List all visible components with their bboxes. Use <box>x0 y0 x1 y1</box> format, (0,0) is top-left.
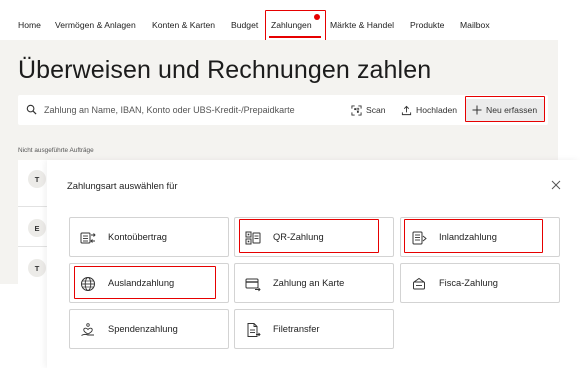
close-icon[interactable] <box>551 180 561 190</box>
option-account-transfer[interactable]: Kontoübertrag <box>69 217 229 257</box>
search-icon <box>26 104 37 115</box>
option-label: Filetransfer <box>273 324 320 334</box>
option-label: Kontoübertrag <box>108 232 167 242</box>
scan-label: Scan <box>366 105 386 115</box>
donation-icon <box>81 323 94 336</box>
tax-payment-icon <box>413 277 425 290</box>
main-navigation: Home Vermögen & Anlagen Konten & Karten … <box>0 0 580 42</box>
dialog-title: Zahlungsart auswählen für <box>67 180 178 191</box>
file-transfer-icon <box>247 323 261 337</box>
nav-item-mailbox[interactable]: Mailbox <box>460 20 490 30</box>
notification-dot <box>314 14 320 20</box>
page-title: Überweisen und Rechnungen zahlen <box>18 56 432 84</box>
active-tab-indicator <box>269 36 321 38</box>
option-label: Zahlung an Karte <box>273 278 345 288</box>
search-input[interactable]: Zahlung an Name, IBAN, Konto oder UBS-Kr… <box>44 105 295 115</box>
option-label: Fisca-Zahlung <box>439 278 498 288</box>
scan-icon <box>351 104 362 116</box>
nav-item-markets-trading[interactable]: Märkte & Handel <box>330 20 394 30</box>
pending-orders-label: Nicht ausgeführte Aufträge <box>18 147 94 154</box>
highlight-foreign-payment <box>74 266 216 299</box>
upload-icon <box>401 105 412 115</box>
nav-item-home[interactable]: Home <box>18 20 41 30</box>
scan-button[interactable]: Scan <box>351 103 386 117</box>
nav-item-budget[interactable]: Budget <box>231 20 258 30</box>
highlight-new-payment <box>465 96 545 122</box>
option-tax-payment[interactable]: Fisca-Zahlung <box>400 263 560 303</box>
upload-button[interactable]: Hochladen <box>401 103 457 117</box>
option-label: Spendenzahlung <box>108 324 178 334</box>
account-transfer-icon <box>80 232 96 244</box>
card-payment-icon <box>245 278 261 292</box>
avatar[interactable]: T <box>28 170 46 188</box>
nav-item-accounts-cards[interactable]: Konten & Karten <box>152 20 215 30</box>
avatar[interactable]: T <box>28 259 46 277</box>
payment-type-dialog: Zahlungsart auswählen für Kontoübertrag … <box>47 160 580 368</box>
avatar[interactable]: E <box>28 219 46 237</box>
nav-item-assets[interactable]: Vermögen & Anlagen <box>55 20 136 30</box>
nav-item-products[interactable]: Produkte <box>410 20 444 30</box>
option-file-transfer[interactable]: Filetransfer <box>234 309 394 349</box>
upload-label: Hochladen <box>416 105 458 115</box>
option-card-payment[interactable]: Zahlung an Karte <box>234 263 394 303</box>
highlight-qr-payment <box>239 219 379 253</box>
highlight-domestic-payment <box>404 219 543 253</box>
option-donation-payment[interactable]: Spendenzahlung <box>69 309 229 349</box>
